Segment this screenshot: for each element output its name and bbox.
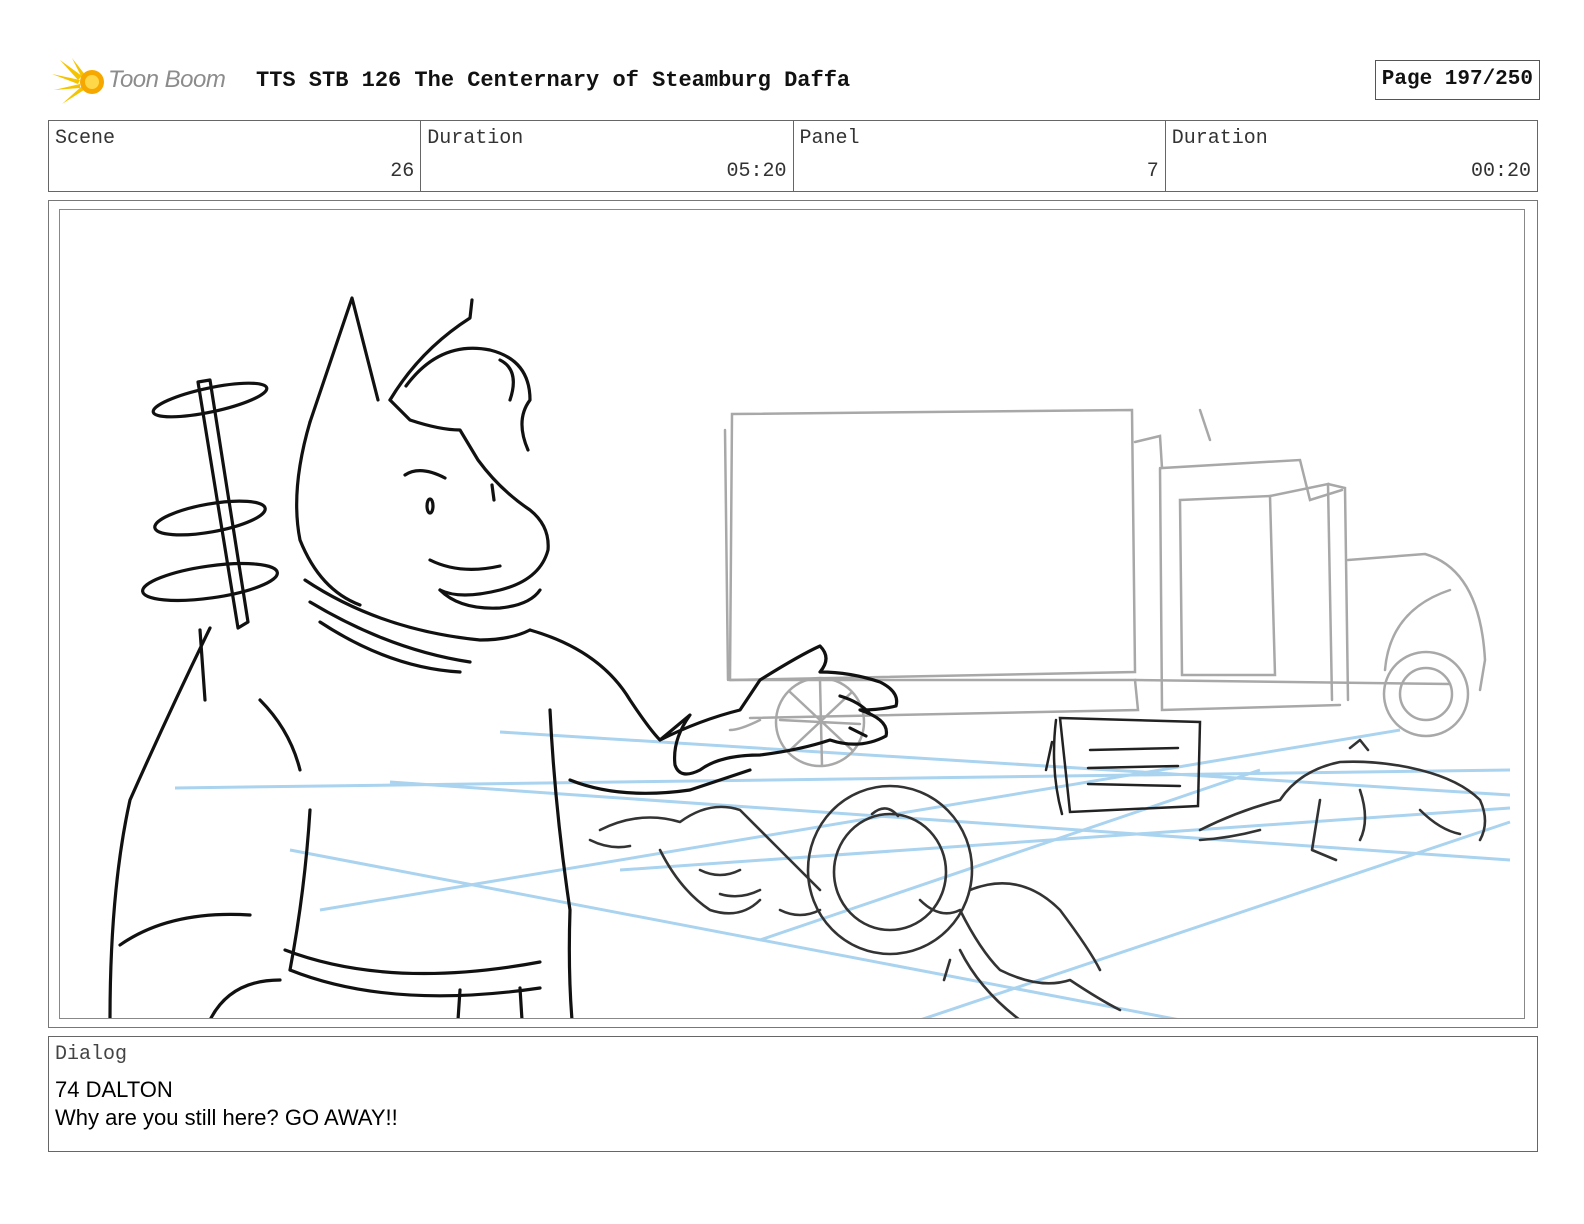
page-indicator: Page 197/250	[1374, 60, 1540, 100]
scene-duration-value: 05:20	[726, 160, 787, 183]
scene-value: 26	[390, 160, 415, 183]
scene-duration-label: Duration	[427, 127, 524, 150]
panel-duration-label: Duration	[1171, 127, 1268, 150]
storyboard-sketch	[108, 296, 1511, 1018]
character-dalton-sketch	[108, 296, 899, 1018]
page-header: Toon Boom TTS STB 126 The Centernary of …	[48, 56, 1540, 106]
dialog-box: Dialog 74 DALTON Why are you still here?…	[48, 1036, 1538, 1152]
panel-duration-value: 00:20	[1470, 160, 1531, 183]
scene-info-table: Scene 26 Duration 05:20 Panel 7 Duration…	[48, 120, 1538, 192]
panel-label: Panel	[799, 127, 860, 150]
truck-sketch	[723, 408, 1487, 768]
logo-text: Toon Boom	[108, 66, 226, 93]
starburst-icon	[52, 58, 104, 104]
dialog-label: Dialog	[55, 1043, 128, 1066]
dialog-line: Why are you still here? GO AWAY!!	[55, 1105, 398, 1130]
panel-duration-cell: Duration 00:20	[1166, 121, 1537, 191]
toon-boom-logo: Toon Boom	[52, 56, 242, 106]
storyboard-panel	[48, 200, 1538, 1028]
panel-drawing-area	[59, 209, 1525, 1019]
scene-label: Scene	[55, 127, 116, 150]
scene-cell: Scene 26	[49, 121, 422, 191]
scene-duration-cell: Duration 05:20	[421, 121, 794, 191]
document-title: TTS STB 126 The Centernary of Steamburg …	[256, 68, 851, 93]
panel-cell: Panel 7	[794, 121, 1166, 191]
panel-value: 7	[1146, 160, 1159, 183]
dialog-speaker: 74 DALTON	[55, 1077, 173, 1102]
